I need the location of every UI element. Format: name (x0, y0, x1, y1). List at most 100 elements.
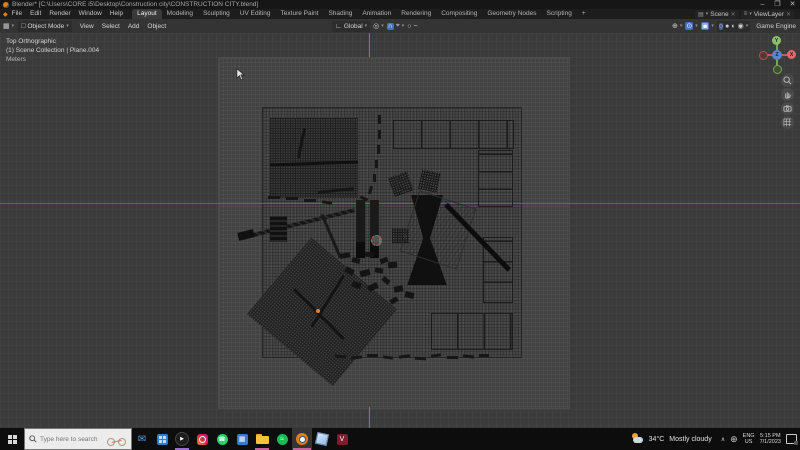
language-indicator[interactable]: ENG US (743, 433, 755, 445)
taskbar-instagram-icon[interactable] (192, 428, 212, 450)
menu-select[interactable]: Select (98, 23, 124, 30)
terrain-mesh-top-left[interactable] (270, 118, 358, 198)
close-button[interactable]: ✕ (785, 0, 800, 9)
taskbar-file-explorer-icon[interactable] (252, 428, 272, 450)
scene-unlink-icon[interactable]: ✕ (731, 11, 736, 18)
zoom-button[interactable] (781, 74, 794, 87)
xray-toggle[interactable]: ▣ ▾ (701, 22, 714, 30)
pivot-dropdown[interactable]: ◎ ▾ (373, 22, 384, 30)
gizmo-x-axis[interactable]: X (787, 50, 796, 59)
3d-viewport[interactable]: Top Orthographic (1) Scene Collection | … (0, 33, 800, 428)
weather-temperature[interactable]: 34°C (649, 436, 665, 443)
clock[interactable]: 5:15 PM 7/1/2023 (760, 433, 781, 445)
taskbar-blender-icon[interactable] (292, 428, 312, 450)
search-input[interactable] (40, 436, 106, 443)
navigation-gizmo[interactable]: Y X Z (755, 33, 800, 78)
taskbar-spotify-icon[interactable]: ≈ (272, 428, 292, 450)
taskbar-whatsapp-icon[interactable]: ☎ (212, 428, 232, 450)
x-axis-line (0, 203, 800, 204)
add-workspace-button[interactable]: + (577, 9, 591, 19)
taskbar-calculator-icon[interactable]: ▦ (232, 428, 252, 450)
scaffold-frame-right-upper[interactable] (478, 150, 513, 207)
tab-compositing[interactable]: Compositing (436, 9, 482, 19)
search-icon (29, 435, 37, 443)
crane-tower[interactable] (270, 216, 287, 242)
start-button[interactable] (0, 428, 24, 450)
menu-file[interactable]: File (8, 9, 26, 19)
tab-geometry-nodes[interactable]: Geometry Nodes (482, 9, 541, 19)
taskbar-paint3d-icon[interactable] (312, 428, 332, 450)
camera-view-button[interactable] (781, 102, 794, 115)
tab-shading[interactable]: Shading (323, 9, 357, 19)
shading-wireframe-button[interactable]: ○ (719, 23, 723, 30)
taskbar-search[interactable] (24, 428, 132, 450)
maximize-button[interactable]: ❐ (770, 0, 785, 9)
gizmo-z-axis[interactable]: Z (772, 50, 782, 60)
viewlayer-unlink-icon[interactable]: ✕ (786, 11, 791, 18)
tower-column[interactable] (370, 200, 379, 258)
taskbar-v-app-icon[interactable]: V (332, 428, 352, 450)
debris-block[interactable] (365, 252, 374, 258)
datablock-selectors: ▤ ▾ Scene ✕ ≡ ▾ ViewLayer ✕ (695, 10, 794, 19)
road-dash (304, 199, 316, 202)
tower-column[interactable] (356, 200, 365, 258)
shading-material-button[interactable]: ◐ (731, 23, 735, 30)
taskbar-movies-icon[interactable]: ▶ (172, 428, 192, 450)
road-dash (447, 356, 458, 359)
taskbar-mail-icon[interactable]: ✉ (132, 428, 152, 450)
menu-edit[interactable]: Edit (26, 9, 45, 19)
perspective-toggle-button[interactable] (781, 116, 794, 129)
scaffold-frame-top[interactable] (393, 120, 514, 149)
menu-view[interactable]: View (76, 23, 98, 30)
gizmo-x-negative[interactable] (759, 51, 768, 60)
hatched-panel[interactable] (418, 169, 441, 193)
magnet-snap-toggle[interactable]: ∩ (387, 23, 394, 30)
viewport-header: ▦ ▾ □ Object Mode ▾ View Select Add Obje… (0, 19, 800, 34)
snap-target-icon[interactable]: ⌖ (396, 22, 400, 30)
tab-rendering[interactable]: Rendering (396, 9, 436, 19)
scaffold-frame-bottom-right[interactable] (431, 313, 513, 350)
tab-sculpting[interactable]: Sculpting (198, 9, 235, 19)
proportional-edit-toggle[interactable]: ○ (407, 23, 411, 30)
menu-add[interactable]: Add (124, 23, 144, 30)
weather-condition[interactable]: Mostly cloudy (669, 436, 711, 443)
network-globe-icon[interactable]: ⊕ (730, 434, 738, 445)
orientation-dropdown[interactable]: ∟ Global ▾ (332, 21, 370, 32)
weather-icon (630, 433, 644, 445)
menu-object[interactable]: Object (143, 23, 170, 30)
menu-render[interactable]: Render (45, 9, 74, 19)
scene-name: Scene (710, 11, 728, 18)
gizmo-y-axis[interactable]: Y (772, 36, 781, 45)
tab-layout[interactable]: Layout (132, 9, 162, 19)
window-title: Blender* [C:\Users\CORE i5\Desktop\Const… (12, 1, 258, 8)
menu-window[interactable]: Window (75, 9, 106, 19)
tab-modeling[interactable]: Modeling (162, 9, 198, 19)
tab-scripting[interactable]: Scripting (542, 9, 577, 19)
tab-uv-editing[interactable]: UV Editing (235, 9, 276, 19)
mode-dropdown[interactable]: □ Object Mode ▾ (18, 21, 72, 32)
menu-help[interactable]: Help (106, 9, 127, 19)
overlays-dropdown[interactable]: ⊙ ▾ (685, 22, 697, 30)
debris-block[interactable] (388, 262, 397, 269)
tab-texture-paint[interactable]: Texture Paint (276, 9, 324, 19)
chevron-down-icon: ▾ (749, 11, 752, 17)
scene-selector[interactable]: ▤ ▾ Scene ✕ (695, 10, 739, 19)
minimize-button[interactable]: – (755, 0, 770, 9)
chevron-down-icon: ▾ (746, 23, 749, 29)
chevron-down-icon: ▾ (12, 23, 15, 29)
hidden-icons-chevron[interactable]: ∧ (721, 436, 725, 443)
shading-solid-button[interactable]: ● (725, 23, 729, 30)
viewport-editor-icon: ▦ (3, 22, 10, 30)
shading-rendered-button[interactable]: ◉ (738, 22, 744, 30)
viewlayer-selector[interactable]: ≡ ▾ ViewLayer ✕ (741, 10, 794, 19)
taskbar-store-icon[interactable] (152, 428, 172, 450)
gizmo-y-negative[interactable] (773, 65, 782, 74)
pan-button[interactable] (781, 88, 794, 101)
magnifier-icon (783, 76, 792, 85)
camera-icon (783, 104, 792, 113)
editor-type-dropdown[interactable]: ▦ ▾ (3, 22, 14, 30)
falloff-icon[interactable]: ~ (414, 23, 418, 30)
gizmo-dropdown[interactable]: ⊕ ▾ (672, 22, 682, 30)
tab-animation[interactable]: Animation (357, 9, 396, 19)
action-center-icon[interactable] (786, 434, 797, 444)
